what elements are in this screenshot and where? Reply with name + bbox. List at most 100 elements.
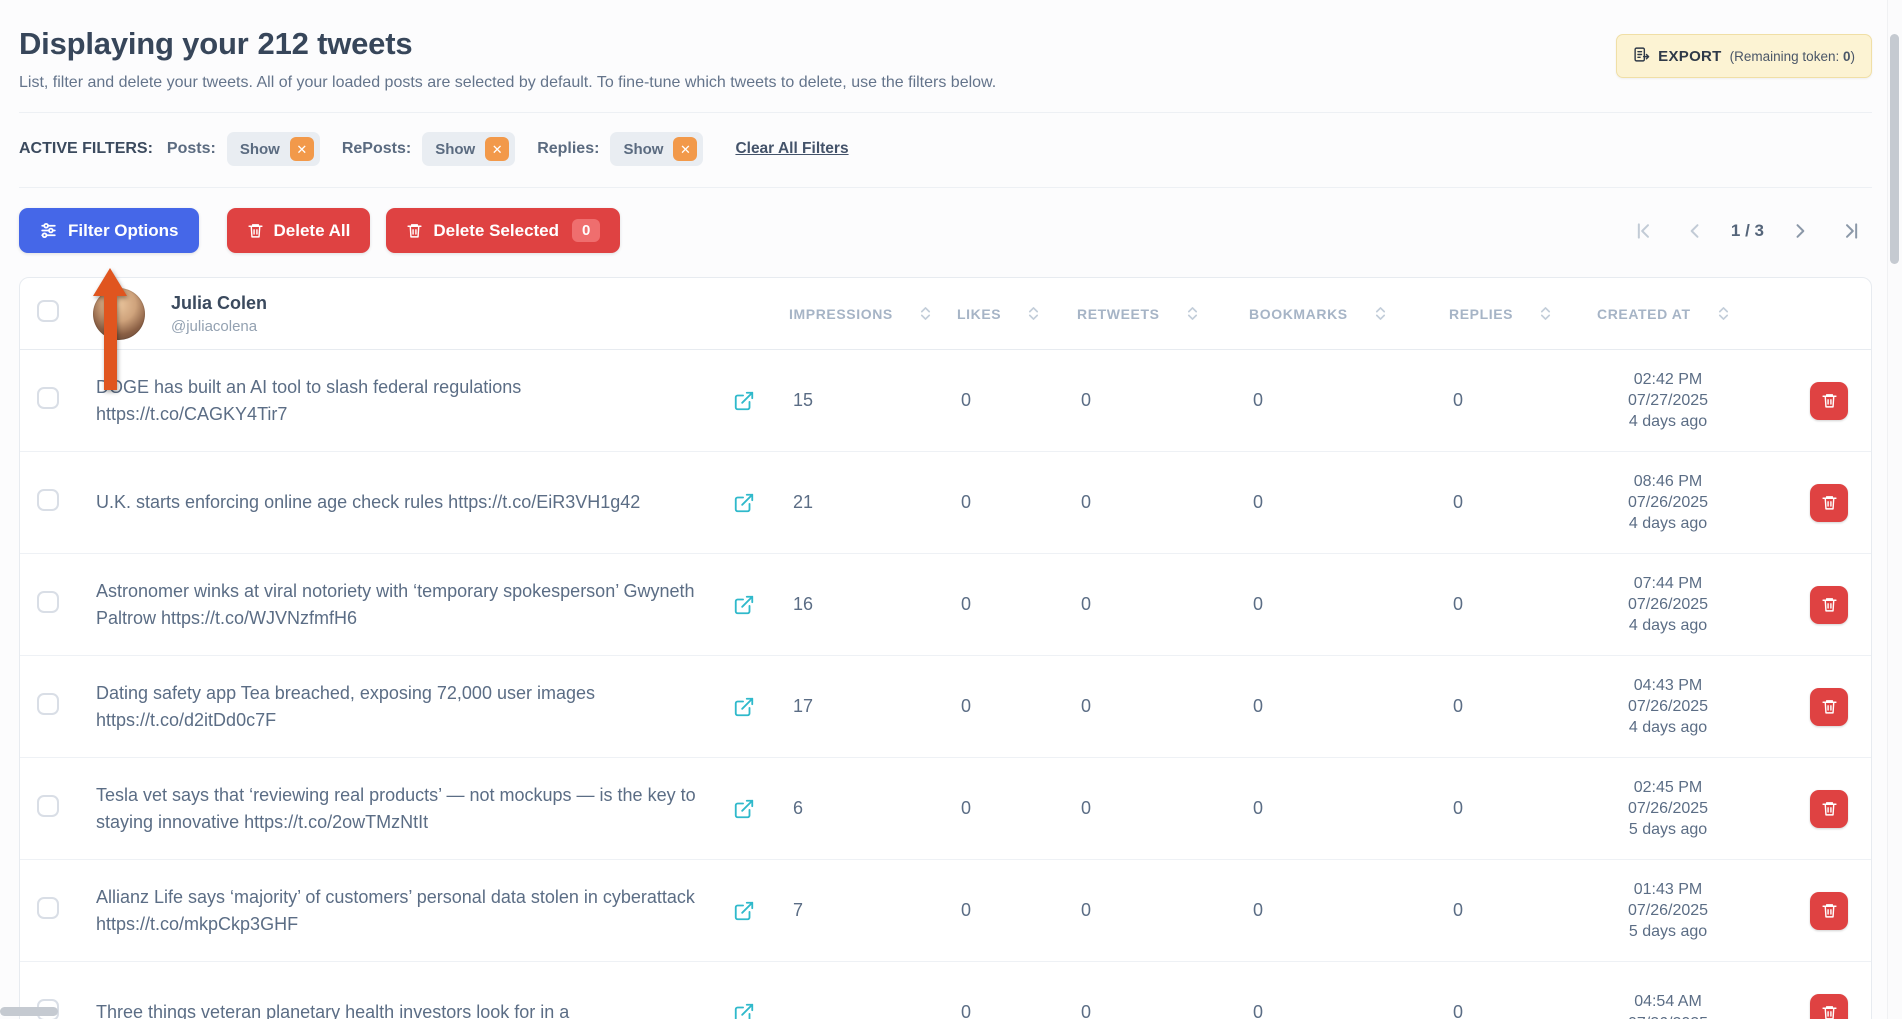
- filter-chip-value: Show: [623, 140, 664, 158]
- row-checkbox[interactable]: [37, 387, 59, 409]
- external-link-icon[interactable]: [733, 900, 755, 922]
- column-header-replies[interactable]: REPLIES: [1449, 304, 1597, 323]
- remove-filter-replies-button[interactable]: ✕: [673, 137, 698, 161]
- vertical-scrollbar-thumb[interactable]: [1890, 34, 1899, 264]
- retweets-value: 0: [1081, 594, 1092, 614]
- next-page-button[interactable]: [1780, 211, 1820, 251]
- sort-icon[interactable]: [1539, 304, 1552, 323]
- horizontal-scrollbar-thumb[interactable]: [0, 1007, 58, 1016]
- external-link-icon[interactable]: [733, 696, 755, 718]
- retweets-value: 0: [1081, 696, 1092, 716]
- column-header-bookmarks[interactable]: BOOKMARKS: [1249, 304, 1449, 323]
- created-time: 02:45 PM: [1633, 778, 1703, 796]
- likes-value: 0: [961, 1002, 972, 1019]
- delete-all-button[interactable]: Delete All: [226, 208, 371, 253]
- sort-icon[interactable]: [919, 304, 932, 323]
- retweets-value: 0: [1081, 390, 1092, 410]
- row-checkbox[interactable]: [37, 897, 59, 919]
- prev-page-button[interactable]: [1675, 211, 1715, 251]
- external-link-icon[interactable]: [733, 798, 755, 820]
- likes-value: 0: [961, 900, 972, 920]
- delete-selected-count-badge: 0: [572, 219, 601, 242]
- row-delete-cell: [1787, 687, 1871, 726]
- bookmarks-value: 0: [1253, 696, 1264, 716]
- table-row: U.K. starts enforcing online age check r…: [20, 452, 1871, 554]
- likes-value: 0: [961, 696, 972, 716]
- row-delete-cell: [1787, 585, 1871, 624]
- row-delete-button[interactable]: [1810, 789, 1848, 828]
- tweet-link-cell: [733, 1002, 789, 1019]
- impressions-value: 21: [793, 492, 814, 512]
- trash-icon: [406, 222, 423, 239]
- row-delete-button[interactable]: [1810, 687, 1848, 726]
- sort-icon[interactable]: [1374, 304, 1387, 323]
- filter-name-posts: Posts:: [166, 140, 216, 157]
- column-header-retweets[interactable]: RETWEETS: [1077, 304, 1249, 323]
- row-checkbox[interactable]: [37, 591, 59, 613]
- sort-icon[interactable]: [1717, 304, 1730, 323]
- external-link-icon[interactable]: [733, 594, 755, 616]
- select-all-checkbox[interactable]: [37, 300, 59, 322]
- title-prefix: Displaying your: [19, 26, 249, 61]
- column-header-created-at[interactable]: CREATED AT: [1597, 304, 1787, 323]
- arrow-head: [93, 268, 127, 296]
- sort-icon[interactable]: [1027, 304, 1040, 323]
- replies-value: 0: [1453, 900, 1464, 920]
- replies-value: 0: [1453, 492, 1464, 512]
- remove-filter-reposts-button[interactable]: ✕: [485, 137, 510, 161]
- pagination: 1 / 3: [1623, 211, 1872, 251]
- created-date: 07/26/2025: [1627, 493, 1709, 511]
- export-remaining-suffix: ): [1850, 48, 1856, 64]
- export-remaining: (Remaining token: 0): [1730, 49, 1855, 64]
- export-icon: [1633, 46, 1650, 66]
- row-checkbox[interactable]: [37, 795, 59, 817]
- user-name: Julia Colen: [171, 292, 268, 313]
- row-delete-button[interactable]: [1810, 585, 1848, 624]
- tweet-text: Dating safety app Tea breached, exposing…: [96, 683, 595, 730]
- row-delete-button[interactable]: [1810, 993, 1848, 1019]
- remove-filter-posts-button[interactable]: ✕: [289, 137, 314, 161]
- delete-selected-button[interactable]: Delete Selected 0: [386, 208, 621, 253]
- retweets-value: 0: [1081, 900, 1092, 920]
- column-label: BOOKMARKS: [1249, 305, 1348, 322]
- created-date: 07/27/2025: [1627, 391, 1709, 409]
- row-checkbox[interactable]: [37, 693, 59, 715]
- export-remaining-label: (Remaining token:: [1729, 48, 1840, 64]
- bookmarks-value: 0: [1253, 1002, 1264, 1019]
- sort-icon[interactable]: [1186, 304, 1199, 323]
- tweet-text: Allianz Life says ‘majority’ of customer…: [96, 887, 695, 934]
- clear-all-filters-link[interactable]: Clear All Filters: [735, 140, 848, 158]
- impressions-value: 15: [793, 390, 814, 410]
- active-filters-label: ACTIVE FILTERS:: [19, 140, 153, 157]
- bookmarks-value: 0: [1253, 900, 1264, 920]
- export-button[interactable]: EXPORT (Remaining token: 0): [1616, 34, 1872, 78]
- impressions-value: 16: [793, 594, 814, 614]
- created-ago: 5 days ago: [1628, 923, 1708, 941]
- created-at-cell: 02:45 PM 07/26/2025 5 days ago: [1597, 777, 1787, 841]
- last-page-button[interactable]: [1832, 211, 1872, 251]
- row-delete-button[interactable]: [1810, 381, 1848, 420]
- annotation-up-arrow: [93, 268, 127, 390]
- tweet-text-cell: Dating safety app Tea breached, exposing…: [84, 680, 733, 732]
- column-header-impressions[interactable]: IMPRESSIONS: [789, 304, 957, 323]
- bookmarks-value: 0: [1253, 798, 1264, 818]
- row-checkbox[interactable]: [37, 489, 59, 511]
- external-link-icon[interactable]: [733, 1002, 755, 1019]
- tweet-text: DOGE has built an AI tool to slash feder…: [96, 377, 522, 424]
- row-checkbox-cell: [20, 897, 84, 924]
- row-delete-cell: [1787, 993, 1871, 1019]
- column-label: RETWEETS: [1077, 305, 1160, 322]
- row-delete-button[interactable]: [1810, 483, 1848, 522]
- filter-options-button[interactable]: Filter Options: [19, 208, 199, 253]
- tweet-text-cell: Three things veteran planetary health in…: [84, 999, 733, 1019]
- external-link-icon[interactable]: [733, 390, 755, 412]
- table-row: Astronomer winks at viral notoriety with…: [20, 554, 1871, 656]
- bookmarks-value: 0: [1253, 492, 1264, 512]
- first-page-button[interactable]: [1623, 211, 1663, 251]
- created-time: 07:44 PM: [1633, 574, 1703, 592]
- external-link-icon[interactable]: [733, 492, 755, 514]
- row-delete-button[interactable]: [1810, 891, 1848, 930]
- retweets-value: 0: [1081, 492, 1092, 512]
- column-label: LIKES: [957, 305, 1002, 322]
- column-header-likes[interactable]: LIKES: [957, 304, 1077, 323]
